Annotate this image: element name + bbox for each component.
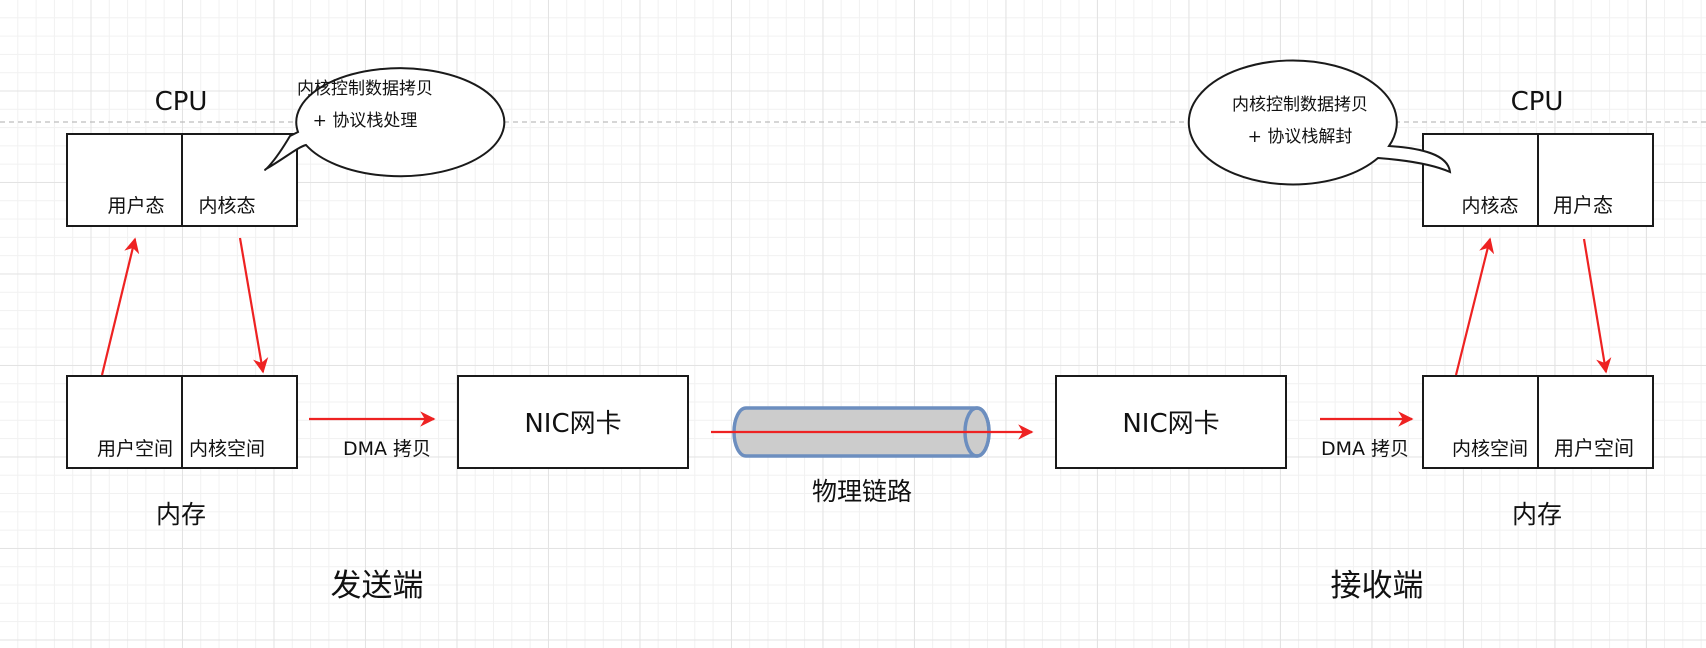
- sender-memory-box[interactable]: 用户空间 内核空间: [66, 375, 298, 469]
- sender-memory-user-space-label: 用户空间: [97, 438, 173, 460]
- receiver-callout-line1: 内核控制数据拷贝: [1232, 95, 1368, 115]
- sender-title: 发送端: [331, 568, 424, 604]
- receiver-memory-label: 内存: [1512, 500, 1562, 529]
- sender-callout-line2: + 协议栈处理: [313, 111, 418, 131]
- sender-nic-label: NIC网卡: [524, 409, 621, 439]
- receiver-title: 接收端: [1331, 568, 1424, 604]
- sender-arrow-kernel-mode-to-memory: [238, 237, 269, 374]
- sender-callout-bubble[interactable]: 内核控制数据拷贝 + 协议栈处理: [264, 67, 506, 178]
- receiver-nic-box[interactable]: NIC网卡: [1055, 375, 1287, 469]
- sender-group: CPU 用户态 内核态 内核控制数据拷贝 + 协议栈处理 用户空间 内核空间 内…: [66, 67, 689, 604]
- data-transfer-diagram: CPU 用户态 内核态 内核控制数据拷贝 + 协议栈处理 用户空间 内核空间 内…: [0, 59, 1706, 604]
- sender-cpu-user-mode-label: 用户态: [107, 195, 164, 217]
- sender-memory-label: 内存: [156, 500, 206, 529]
- receiver-arrow-user-mode-to-memory: [1582, 238, 1612, 374]
- sender-callout-line1: 内核控制数据拷贝: [297, 79, 433, 99]
- sender-dma-label: DMA 拷贝: [343, 438, 431, 460]
- sender-nic-box[interactable]: NIC网卡: [457, 375, 689, 469]
- receiver-callout-line2: + 协议栈解封: [1248, 127, 1353, 147]
- receiver-arrow-memory-to-kernel-mode: [1454, 237, 1495, 376]
- sender-cpu-kernel-mode-label: 内核态: [198, 195, 255, 217]
- receiver-cpu-user-mode-label: 用户态: [1553, 193, 1613, 217]
- sender-memory-kernel-space-label: 内核空间: [189, 438, 265, 460]
- receiver-cpu-box[interactable]: 内核态 用户态: [1422, 133, 1654, 227]
- receiver-group: NIC网卡 DMA 拷贝 内核空间 用户空间 内存 CPU 内核态 用户态 内核…: [1055, 59, 1654, 604]
- receiver-cpu-label: CPU: [1511, 87, 1564, 117]
- receiver-memory-user-space-label: 用户空间: [1554, 436, 1634, 460]
- receiver-callout-bubble[interactable]: 内核控制数据拷贝 + 协议栈解封: [1187, 59, 1452, 186]
- receiver-memory-kernel-space-label: 内核空间: [1452, 438, 1528, 460]
- receiver-memory-box[interactable]: 内核空间 用户空间: [1422, 375, 1654, 469]
- sender-cpu-label: CPU: [155, 87, 208, 117]
- receiver-cpu-kernel-mode-label: 内核态: [1461, 195, 1518, 217]
- physical-link-label: 物理链路: [812, 477, 912, 506]
- receiver-nic-label: NIC网卡: [1122, 409, 1219, 439]
- receiver-dma-label: DMA 拷贝: [1321, 438, 1409, 460]
- sender-arrow-memory-to-user-mode: [100, 237, 140, 376]
- sender-cpu-box[interactable]: 用户态 内核态: [66, 133, 298, 227]
